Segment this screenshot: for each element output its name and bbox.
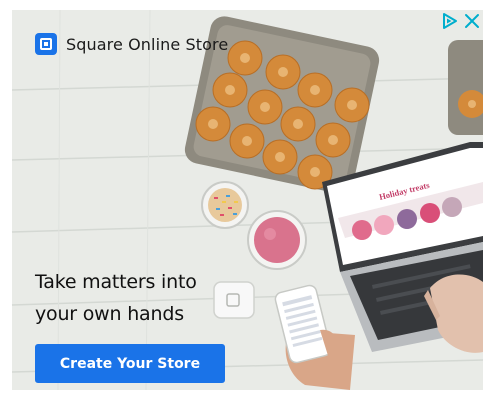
create-store-button[interactable]: Create Your Store <box>35 344 225 383</box>
square-logo-icon <box>35 33 57 55</box>
pink-sugar-bowl <box>247 210 307 270</box>
headline-line-1: Take matters into <box>35 271 197 293</box>
adchoices-triangle-icon[interactable] <box>441 12 459 30</box>
hero-photo: Holiday treats <box>0 0 483 398</box>
ad-banner[interactable]: Holiday treats Square Online Store Take … <box>0 0 483 398</box>
sprinkles-bowl <box>201 181 249 229</box>
close-icon[interactable] <box>463 12 481 30</box>
brand-name: Square Online Store <box>66 34 229 54</box>
headline-line-2: your own hands <box>35 303 184 325</box>
headline: Take matters into your own hands <box>35 266 285 330</box>
brand[interactable]: Square Online Store <box>35 32 228 56</box>
second-tray <box>448 40 483 135</box>
